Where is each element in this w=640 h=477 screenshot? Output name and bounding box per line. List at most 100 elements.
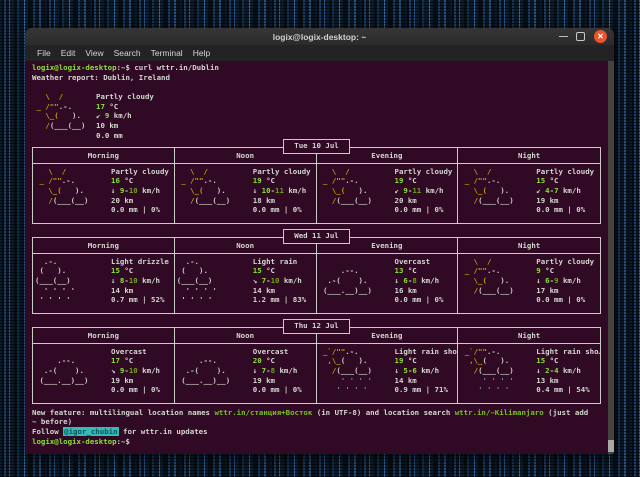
forecast-cell: .--. .-( ). (___.__)__)Overcast17 °C↘ 9-… bbox=[33, 344, 175, 403]
weather-art: \ / _ /"".-. \_( ). /(___(__) bbox=[35, 167, 111, 223]
forecast-cell: .-. ( ). (___(__) ' ' ' ' ' ' ' 'Light r… bbox=[175, 254, 317, 313]
temperature: 13 °C bbox=[395, 266, 444, 276]
weather-art: \ / _ /"".-. \_( ). /(___(__) bbox=[32, 92, 96, 140]
forecast-table: MorningNoonEveningNight \ / _ /"".-. \_(… bbox=[32, 147, 601, 224]
column-header: Morning bbox=[33, 238, 175, 254]
footer-news-wrap: ~ before) bbox=[32, 417, 600, 427]
wind: ↓ 10-11 km/h bbox=[253, 186, 311, 196]
menu-item-search[interactable]: Search bbox=[109, 48, 146, 58]
terminal-window[interactable]: logix@logix-desktop: ~ — ✕ File Edit Vie… bbox=[25, 28, 614, 454]
weather-art: _`/"".-. ,\_( ). /(___(__) ' ' ' ' ' ' '… bbox=[319, 347, 395, 403]
precipitation: 0.9 mm | 71% bbox=[395, 385, 459, 395]
prompt-user: logix@logix-desktop bbox=[32, 63, 117, 72]
scrollbar-thumb[interactable] bbox=[608, 440, 614, 452]
date-label: Tue 10 Jul bbox=[283, 139, 350, 154]
visibility: 20 km bbox=[111, 196, 169, 206]
weather-info: Overcast20 °C↓ 7-8 km/h19 km0.0 mm | 0% bbox=[253, 347, 302, 403]
weather-art: .-. ( ). (___(__) ' ' ' ' ' ' ' ' bbox=[177, 257, 253, 313]
forecast-cell: _`/"".-. ,\_( ). /(___(__) ' ' ' ' ' ' '… bbox=[317, 344, 459, 403]
forecast-cell: \ / _ /"".-. \_( ). /(___(__)Partly clou… bbox=[317, 164, 459, 223]
weather-art: .-. ( ). (___(__) ' ' ' ' ' ' ' ' bbox=[35, 257, 111, 313]
menu-item-edit[interactable]: Edit bbox=[56, 48, 81, 58]
visibility: 20 km bbox=[395, 196, 453, 206]
wind: ↙ 9-11 km/h bbox=[395, 186, 453, 196]
forecast-cell: .--. .-( ). (___.__)__)Overcast13 °C↓ 6-… bbox=[317, 254, 459, 313]
temperature: 19 °C bbox=[395, 356, 459, 366]
visibility: 14 km bbox=[111, 286, 169, 296]
condition-label: Overcast bbox=[395, 257, 444, 267]
temperature: 19 °C bbox=[253, 176, 311, 186]
weather-info: Light rain15 °C↘ 7-10 km/h14 km1.2 mm | … bbox=[253, 257, 306, 313]
forecast-cell: \ / _ /"".-. \_( ). /(___(__)Partly clou… bbox=[458, 254, 600, 313]
wind: ↓ 9-10 km/h bbox=[111, 186, 169, 196]
terminal-screen[interactable]: logix@logix-desktop:~$ curl wttr.in/Dubl… bbox=[25, 61, 614, 454]
menu-item-view[interactable]: View bbox=[80, 48, 108, 58]
maximize-button[interactable] bbox=[576, 32, 585, 41]
condition-label: Light rain sho… bbox=[395, 347, 459, 357]
temperature: 15 °C bbox=[536, 176, 594, 186]
precipitation: 0.0 mm | 0% bbox=[111, 205, 169, 215]
wind: ↓ 5-6 km/h bbox=[395, 366, 459, 376]
titlebar[interactable]: logix@logix-desktop: ~ — ✕ bbox=[25, 28, 614, 45]
weather-info: Light rain sho…19 °C↓ 5-6 km/h14 km0.9 m… bbox=[395, 347, 459, 403]
command-text: curl wttr.in/Dublin bbox=[134, 63, 219, 72]
condition-label: Partly cloudy bbox=[253, 167, 311, 177]
wind: ↓ 6-9 km/h bbox=[536, 276, 594, 286]
forecast-table: MorningNoonEveningNight .-. ( ). (___(__… bbox=[32, 237, 601, 314]
forecast-cell: \ / _ /"".-. \_( ). /(___(__)Partly clou… bbox=[33, 164, 175, 223]
date-label: Thu 12 Jul bbox=[283, 319, 350, 334]
forecast-day: Thu 12 JulMorningNoonEveningNight .--. .… bbox=[32, 319, 601, 404]
wind: ↘ 7-10 km/h bbox=[253, 276, 306, 286]
precipitation: 1.2 mm | 83% bbox=[253, 295, 306, 305]
wind: ↓ 6-8 km/h bbox=[395, 276, 444, 286]
weather-info: Partly cloudy19 °C↙ 9-11 km/h20 km0.0 mm… bbox=[395, 167, 453, 223]
weather-art: .--. .-( ). (___.__)__) bbox=[35, 347, 111, 403]
wind: ↙ 4-7 km/h bbox=[536, 186, 594, 196]
follow-handle[interactable]: @igor_chubin bbox=[63, 427, 118, 436]
temperature: 15 °C bbox=[111, 266, 169, 276]
blank-line bbox=[32, 82, 600, 92]
temperature: 16 °C bbox=[111, 176, 169, 186]
precipitation: 0.7 mm | 52% bbox=[111, 295, 169, 305]
menu-item-help[interactable]: Help bbox=[188, 48, 215, 58]
report-title: Weather report: Dublin, Ireland bbox=[32, 73, 600, 83]
follow-prefix: Follow bbox=[32, 427, 63, 436]
weather-art: \ / _ /"".-. \_( ). /(___(__) bbox=[460, 167, 536, 223]
prompt-line: logix@logix-desktop:~$ curl wttr.in/Dubl… bbox=[32, 63, 600, 73]
prompt-line: logix@logix-desktop:~$ bbox=[32, 437, 600, 447]
visibility: 14 km bbox=[253, 286, 306, 296]
date-label: Wed 11 Jul bbox=[283, 229, 350, 244]
scrollbar[interactable] bbox=[608, 61, 614, 454]
weather-art: .--. .-( ). (___.__)__) bbox=[319, 257, 395, 313]
temperature: 20 °C bbox=[253, 356, 302, 366]
menu-item-file[interactable]: File bbox=[32, 48, 56, 58]
forecast-day: Tue 10 JulMorningNoonEveningNight \ / _ … bbox=[32, 139, 601, 224]
temperature: 15 °C bbox=[536, 356, 600, 366]
menubar: File Edit View Search Terminal Help bbox=[25, 45, 614, 61]
minimize-button[interactable]: — bbox=[559, 33, 567, 41]
wind: ↓ 8-10 km/h bbox=[111, 276, 169, 286]
weather-info: Overcast13 °C↓ 6-8 km/h16 km0.0 mm | 0% bbox=[395, 257, 444, 313]
weather-art: \ / _ /"".-. \_( ). /(___(__) bbox=[319, 167, 395, 223]
temperature: 19 °C bbox=[395, 176, 453, 186]
precipitation: 0.0 mm | 0% bbox=[536, 205, 594, 215]
condition-label: Overcast bbox=[111, 347, 160, 357]
wind: ↓ 7-8 km/h bbox=[253, 366, 302, 376]
weather-info: Overcast17 °C↘ 9-10 km/h19 km0.0 mm | 0% bbox=[111, 347, 160, 403]
condition-label: Light rain sho… bbox=[536, 347, 600, 357]
weather-info: Light drizzle15 °C↓ 8-10 km/h14 km0.7 mm… bbox=[111, 257, 169, 313]
weather-info: Light rain sho…15 °C↓ 2-4 km/h13 km0.4 m… bbox=[536, 347, 600, 403]
weather-info: Partly cloudy17 °C↙ 9 km/h10 km0.0 mm bbox=[96, 92, 154, 140]
forecast-cell: _`/"".-. ,\_( ). /(___(__) ' ' ' ' ' ' '… bbox=[458, 344, 600, 403]
footer-follow-line: Follow @igor_chubin for wttr.in updates bbox=[32, 427, 600, 437]
weather-art: .--. .-( ). (___.__)__) bbox=[177, 347, 253, 403]
weather-info: Partly cloudy19 °C↓ 10-11 km/h18 km0.0 m… bbox=[253, 167, 311, 223]
menu-item-terminal[interactable]: Terminal bbox=[146, 48, 188, 58]
condition-label: Partly cloudy bbox=[96, 92, 154, 102]
visibility: 19 km bbox=[253, 376, 302, 386]
close-button[interactable]: ✕ bbox=[594, 30, 607, 43]
visibility: 10 km bbox=[96, 121, 154, 131]
weather-info: Partly cloudy9 °C↓ 6-9 km/h17 km0.0 mm |… bbox=[536, 257, 594, 313]
weather-art: _`/"".-. ,\_( ). /(___(__) ' ' ' ' ' ' '… bbox=[460, 347, 536, 403]
column-header: Morning bbox=[33, 148, 175, 164]
